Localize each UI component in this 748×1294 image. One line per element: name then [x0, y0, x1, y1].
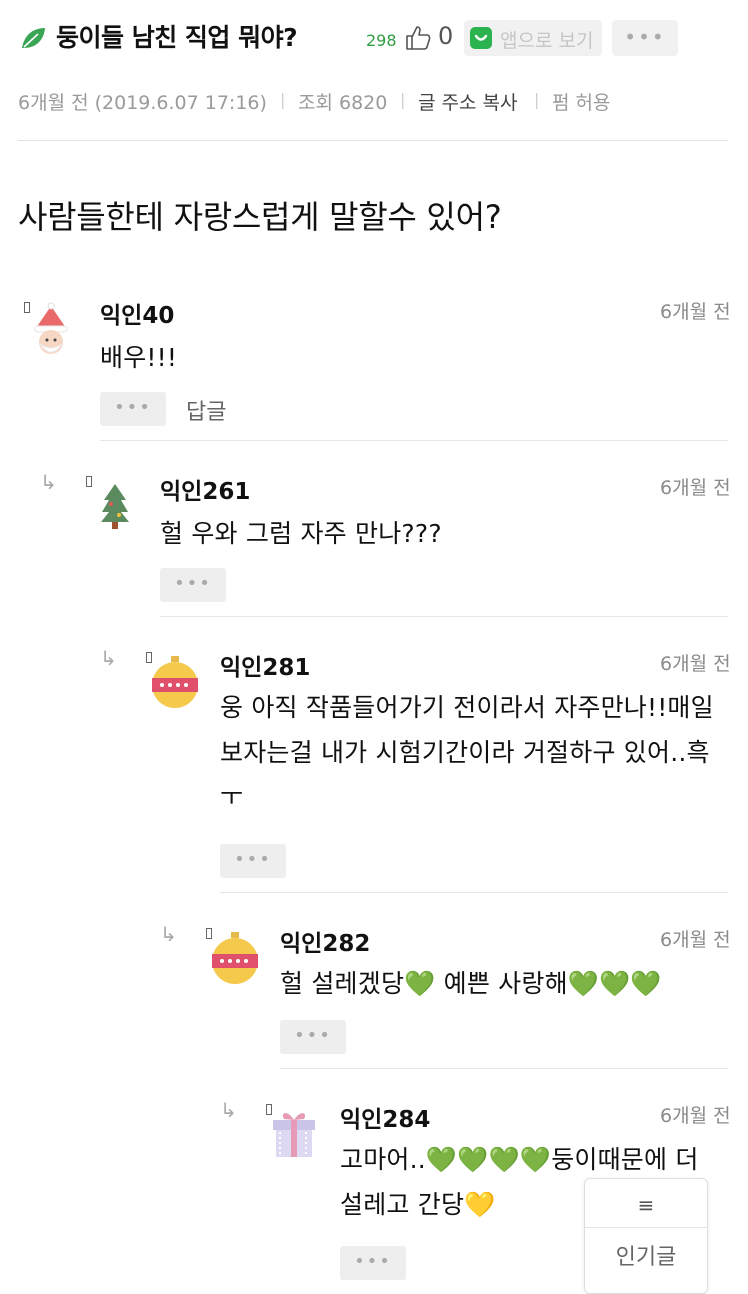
reply-arrow-icon: ↳	[220, 1098, 237, 1122]
popular-posts-label: 인기글	[615, 1245, 677, 1270]
comment-text: 헐 설레겠당💚 예쁜 사랑해💚💚💚	[280, 969, 662, 998]
comment-nickname[interactable]: 익인282	[280, 924, 370, 958]
comment-time: 6개월 전	[660, 301, 731, 323]
comment-divider	[220, 892, 728, 893]
post-body: 사람들한테 자랑스럽게 말할수 있어?	[18, 198, 502, 236]
comment-more-button[interactable]: •••	[100, 392, 166, 426]
like-count: 298	[366, 31, 397, 50]
post-more-button[interactable]: •••	[612, 20, 678, 56]
app-logo-icon	[470, 27, 492, 49]
reply-arrow-icon: ↳	[100, 646, 117, 670]
copy-link-label: 글 주소 복사	[418, 92, 518, 114]
comment-text: 헐 우와 그럼 자주 만나???	[160, 519, 442, 548]
comment-nickname[interactable]: 익인284	[340, 1100, 430, 1134]
comment-more-button[interactable]: •••	[160, 568, 226, 602]
comment-time: 6개월 전	[660, 653, 731, 675]
comment-nickname[interactable]: 익인281	[220, 648, 310, 682]
comment-more-button[interactable]: •••	[220, 844, 286, 878]
gift-box-icon	[273, 1113, 315, 1157]
comment-time: 6개월 전	[660, 929, 731, 951]
menu-icon: ≡	[637, 1193, 655, 1217]
comment-marker-icon	[86, 476, 92, 487]
open-in-app-label: 앱으로 보기	[500, 30, 594, 52]
comment-more-button[interactable]: •••	[280, 1020, 346, 1054]
copy-link-button[interactable]: 글 주소 복사	[418, 88, 517, 115]
comment-time: 6개월 전	[660, 1105, 731, 1127]
comment-text: 웅 아직 작품들어가기 전이라서 자주만나!!매일보자는걸 내가 시험기간이라 …	[220, 693, 714, 811]
reply-arrow-icon: ↳	[160, 922, 177, 946]
open-in-app-button[interactable]: 앱으로 보기	[464, 20, 602, 56]
comment-nickname[interactable]: 익인261	[160, 472, 250, 506]
ornament-icon	[152, 656, 198, 708]
comment-divider	[160, 616, 728, 617]
santa-icon	[34, 302, 68, 354]
comment-more-button[interactable]: •••	[340, 1246, 406, 1280]
view-count: 조회 6820	[298, 92, 388, 114]
leaf-icon	[22, 28, 45, 48]
thumbs-up-icon[interactable]	[404, 24, 432, 52]
dislike-count: 0	[438, 22, 454, 50]
post-title: 둥이들 남친 직업 뭐야?	[56, 23, 298, 52]
reply-button[interactable]: 답글	[186, 394, 226, 426]
ornament-icon	[212, 932, 258, 984]
popular-posts-button[interactable]: ≡ 인기글	[584, 1178, 708, 1294]
reply-arrow-icon: ↳	[40, 470, 57, 494]
floating-menu-divider	[585, 1227, 707, 1228]
comment-text: 배우!!!	[100, 343, 178, 372]
share-permission: 펌 허용	[552, 92, 611, 114]
christmas-tree-icon	[101, 484, 129, 529]
post-time: 6개월 전 (2019.6.07 17:16)	[18, 92, 267, 114]
comment-nickname[interactable]: 익인40	[100, 296, 174, 330]
meta-divider: |	[280, 90, 286, 109]
comment-time: 6개월 전	[660, 477, 731, 499]
meta-divider: |	[534, 90, 540, 109]
meta-divider: |	[400, 90, 406, 109]
comment-divider	[100, 440, 728, 441]
comment-divider	[280, 1068, 728, 1069]
header-divider	[18, 140, 728, 141]
